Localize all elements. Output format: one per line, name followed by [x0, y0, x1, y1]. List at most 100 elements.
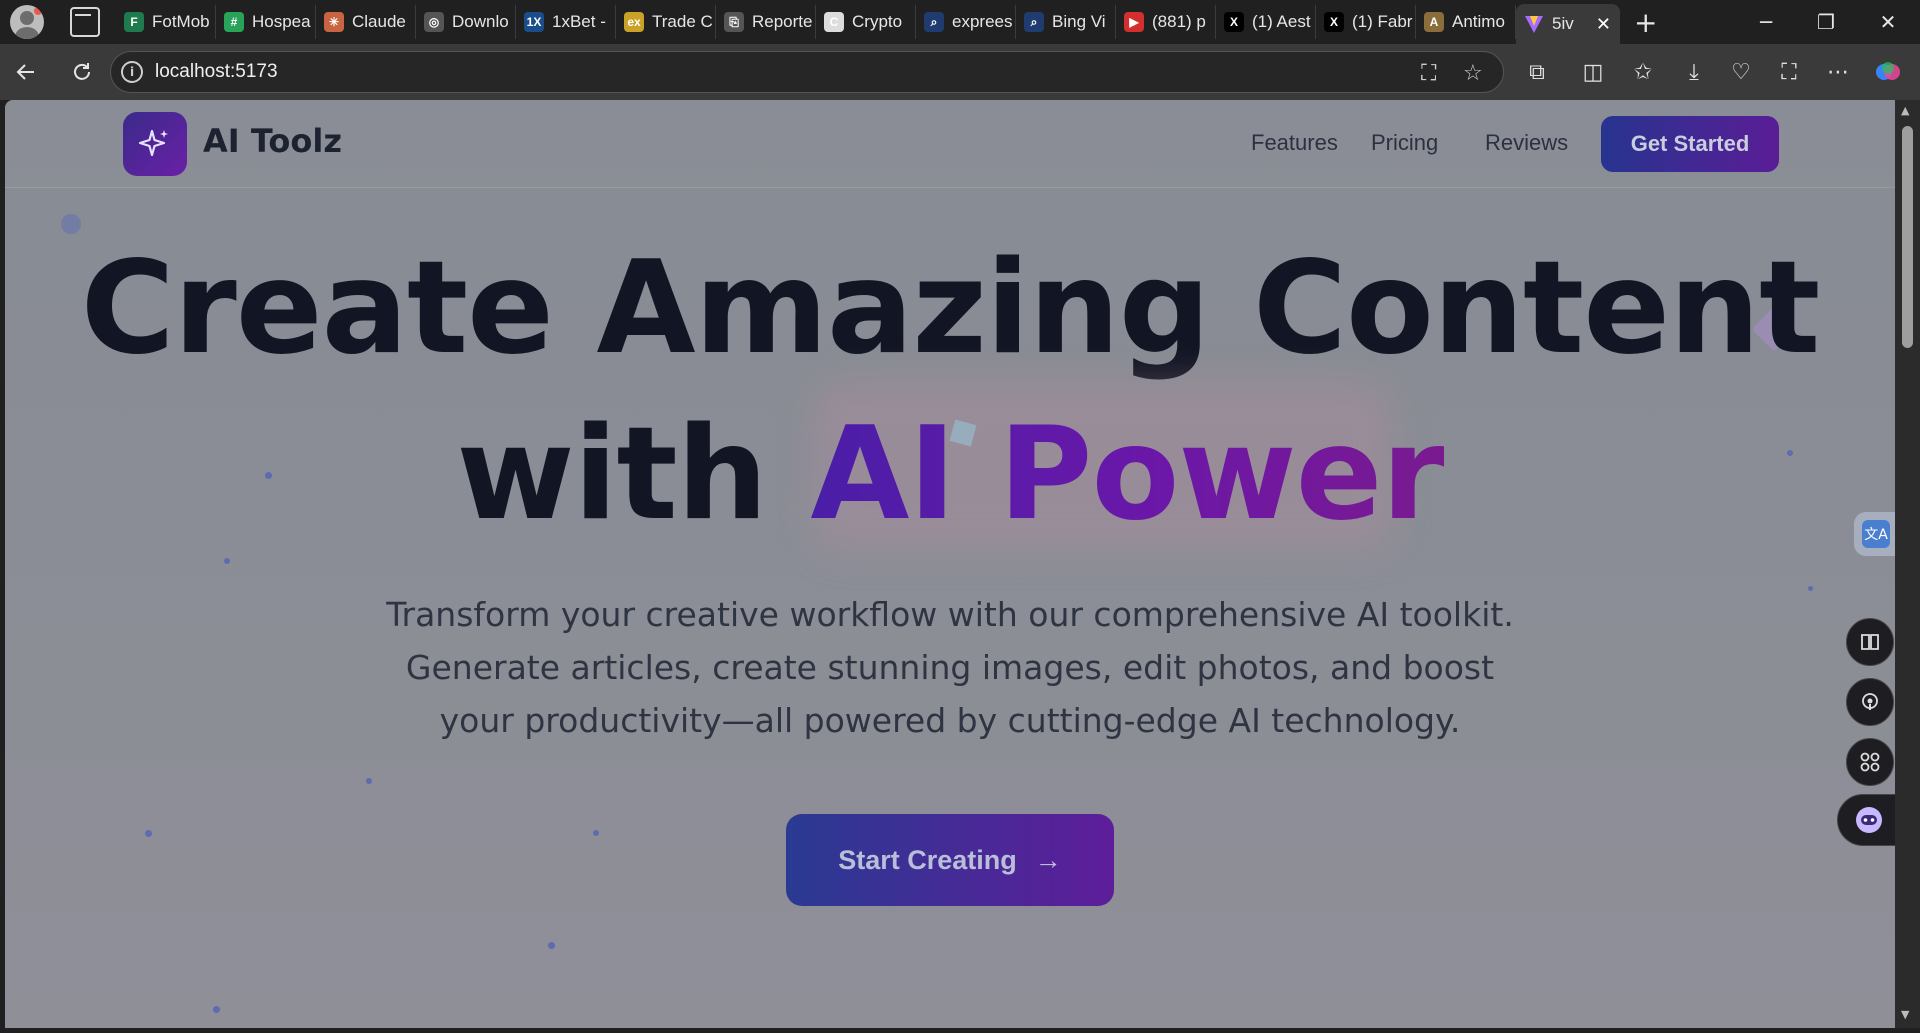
tab-item[interactable]: ⎘ Reporte [716, 5, 816, 39]
book-icon[interactable] [1846, 618, 1894, 666]
back-arrow-icon [16, 64, 34, 80]
tab-title: Antimo [1452, 12, 1505, 31]
notification-dot [34, 7, 42, 15]
tab-title: Crypto [852, 12, 903, 31]
favorite-star-icon[interactable]: ☆ [1463, 61, 1483, 86]
logo-sparkle-icon[interactable] [123, 112, 187, 176]
reload-icon [74, 63, 90, 80]
tab-item[interactable]: ◎ Downlo [416, 5, 516, 39]
tab-list: F FotMob # Hospea ✳ Claude ◎ Downlo 1X 1xBet - ex T… [116, 0, 1516, 44]
profile-avatar[interactable] [10, 5, 44, 39]
particle [145, 830, 152, 837]
tab-favicon-icon: # [224, 12, 244, 32]
tab-favicon-icon: ⎘ [724, 12, 744, 32]
scrollbar-thumb[interactable] [1902, 126, 1913, 348]
apps-icon[interactable] [1846, 738, 1894, 786]
tab-item[interactable]: ex Trade C [616, 5, 716, 39]
reload-button[interactable] [62, 52, 102, 92]
get-started-button[interactable]: Get Started [1601, 116, 1779, 172]
tab-item[interactable]: ⌕ exprees [916, 5, 1016, 39]
arrow-right-icon: → [1034, 844, 1062, 875]
tab-title: Trade C [652, 12, 713, 31]
tab-title: Claude [352, 12, 406, 31]
assistant-icon[interactable] [1837, 794, 1895, 846]
tab-item[interactable]: ▶ (881) p [1116, 5, 1216, 39]
page-viewport: AI Toolz Features Pricing Reviews Get St… [5, 100, 1895, 1028]
hero-heading-line-1: Create Amazing Content [80, 234, 1821, 383]
tab-title: Bing Vi [1052, 12, 1106, 31]
tab-favicon-icon: C [824, 12, 844, 32]
tab-title: 5iv [1552, 14, 1574, 33]
tab-favicon-icon: ◎ [424, 12, 444, 32]
particle [224, 558, 230, 564]
site-info-icon[interactable]: i [121, 61, 143, 83]
tab-favicon-icon: ▶ [1124, 12, 1144, 32]
tab-item[interactable]: X (1) Aest [1216, 5, 1316, 39]
nav-link-features[interactable]: Features [1251, 130, 1338, 156]
tab-title: Reporte [752, 12, 813, 31]
favorites-icon[interactable]: ✩ [1627, 56, 1659, 88]
close-window-button[interactable]: ✕ [1858, 0, 1918, 44]
nav-link-pricing[interactable]: Pricing [1371, 130, 1438, 156]
tab-favicon-icon: A [1424, 12, 1444, 32]
restore-button[interactable]: ❐ [1796, 0, 1856, 44]
extensions-icon[interactable]: ⧉ [1521, 56, 1553, 88]
tab-item[interactable]: # Hospea [216, 5, 316, 39]
scroll-up-icon[interactable]: ▲ [1901, 104, 1909, 117]
browser-tab-strip: F FotMob # Hospea ✳ Claude ◎ Downlo 1X 1xBet - ex T… [0, 0, 1920, 44]
screenshot-icon[interactable]: ⛶ [1773, 56, 1805, 88]
translate-icon: 文A [1862, 520, 1890, 548]
scroll-down-icon[interactable]: ▼ [1901, 1008, 1909, 1021]
screen-capture-icon[interactable]: ⛶ [1421, 61, 1436, 86]
particle [593, 830, 599, 836]
downloads-icon[interactable]: ⤓ [1678, 56, 1710, 88]
tab-title: Hospea [252, 12, 311, 31]
tab-favicon-icon: ✳ [324, 12, 344, 32]
tab-item[interactable]: ✳ Claude [316, 5, 416, 39]
tab-favicon-icon: ex [624, 12, 644, 32]
tab-title: (1) Fabr [1352, 12, 1413, 31]
copilot-icon[interactable] [1872, 56, 1904, 88]
tab-title: (1) Aest [1252, 12, 1311, 31]
minimize-button[interactable]: ─ [1736, 0, 1796, 44]
hero-heading-line-2: with AI Power [5, 400, 1895, 549]
particle [548, 942, 555, 949]
particle [366, 778, 372, 784]
vite-favicon-icon [1524, 14, 1544, 34]
browser-essentials-icon[interactable]: ♡ [1725, 56, 1757, 88]
new-tab-button[interactable]: + [1634, 6, 1657, 39]
tab-active[interactable]: 5iv ✕ [1516, 4, 1620, 44]
tab-item[interactable]: 1X 1xBet - [516, 5, 616, 39]
tab-item[interactable]: X (1) Fabr [1316, 5, 1416, 39]
tab-favicon-icon: ⌕ [924, 12, 944, 32]
logo-text[interactable]: AI Toolz [203, 122, 342, 160]
split-screen-icon[interactable]: ◫ [1577, 56, 1609, 88]
tab-title: FotMob [152, 12, 210, 31]
address-bar[interactable]: i localhost:5173 ⛶ ☆ [110, 51, 1504, 93]
tab-actions-icon[interactable] [70, 7, 100, 37]
address-toolbar: i localhost:5173 ⛶ ☆ ⧉ ◫ ✩ ⤓ ♡ ⛶ ⋯ [0, 44, 1920, 100]
tab-item[interactable]: F FotMob [116, 5, 216, 39]
tab-item[interactable]: ⌕ Bing Vi [1016, 5, 1116, 39]
back-button[interactable] [6, 52, 46, 92]
start-creating-button[interactable]: Start Creating → [786, 814, 1114, 906]
tab-title: 1xBet - [552, 12, 606, 31]
tab-item[interactable]: A Antimo [1416, 5, 1516, 39]
hero-heading-prefix: with [456, 400, 811, 549]
particle [61, 214, 81, 234]
url-text[interactable]: localhost:5173 [155, 61, 278, 83]
nav-link-reviews[interactable]: Reviews [1485, 130, 1568, 156]
tab-favicon-icon: F [124, 12, 144, 32]
podcast-icon[interactable] [1846, 678, 1894, 726]
particle [1808, 586, 1813, 591]
tab-title: exprees [952, 12, 1013, 31]
tab-favicon-icon: ⌕ [1024, 12, 1044, 32]
tab-item[interactable]: C Crypto [816, 5, 916, 39]
tab-favicon-icon: 1X [524, 12, 544, 32]
translate-extension-button[interactable]: 文A [1854, 512, 1895, 556]
page-scrollbar[interactable]: ▲ ▼ [1895, 100, 1920, 1028]
tab-close-icon[interactable]: ✕ [1596, 14, 1611, 35]
particle [213, 1006, 220, 1013]
settings-more-icon[interactable]: ⋯ [1822, 56, 1854, 88]
tab-title: (881) p [1152, 12, 1206, 31]
